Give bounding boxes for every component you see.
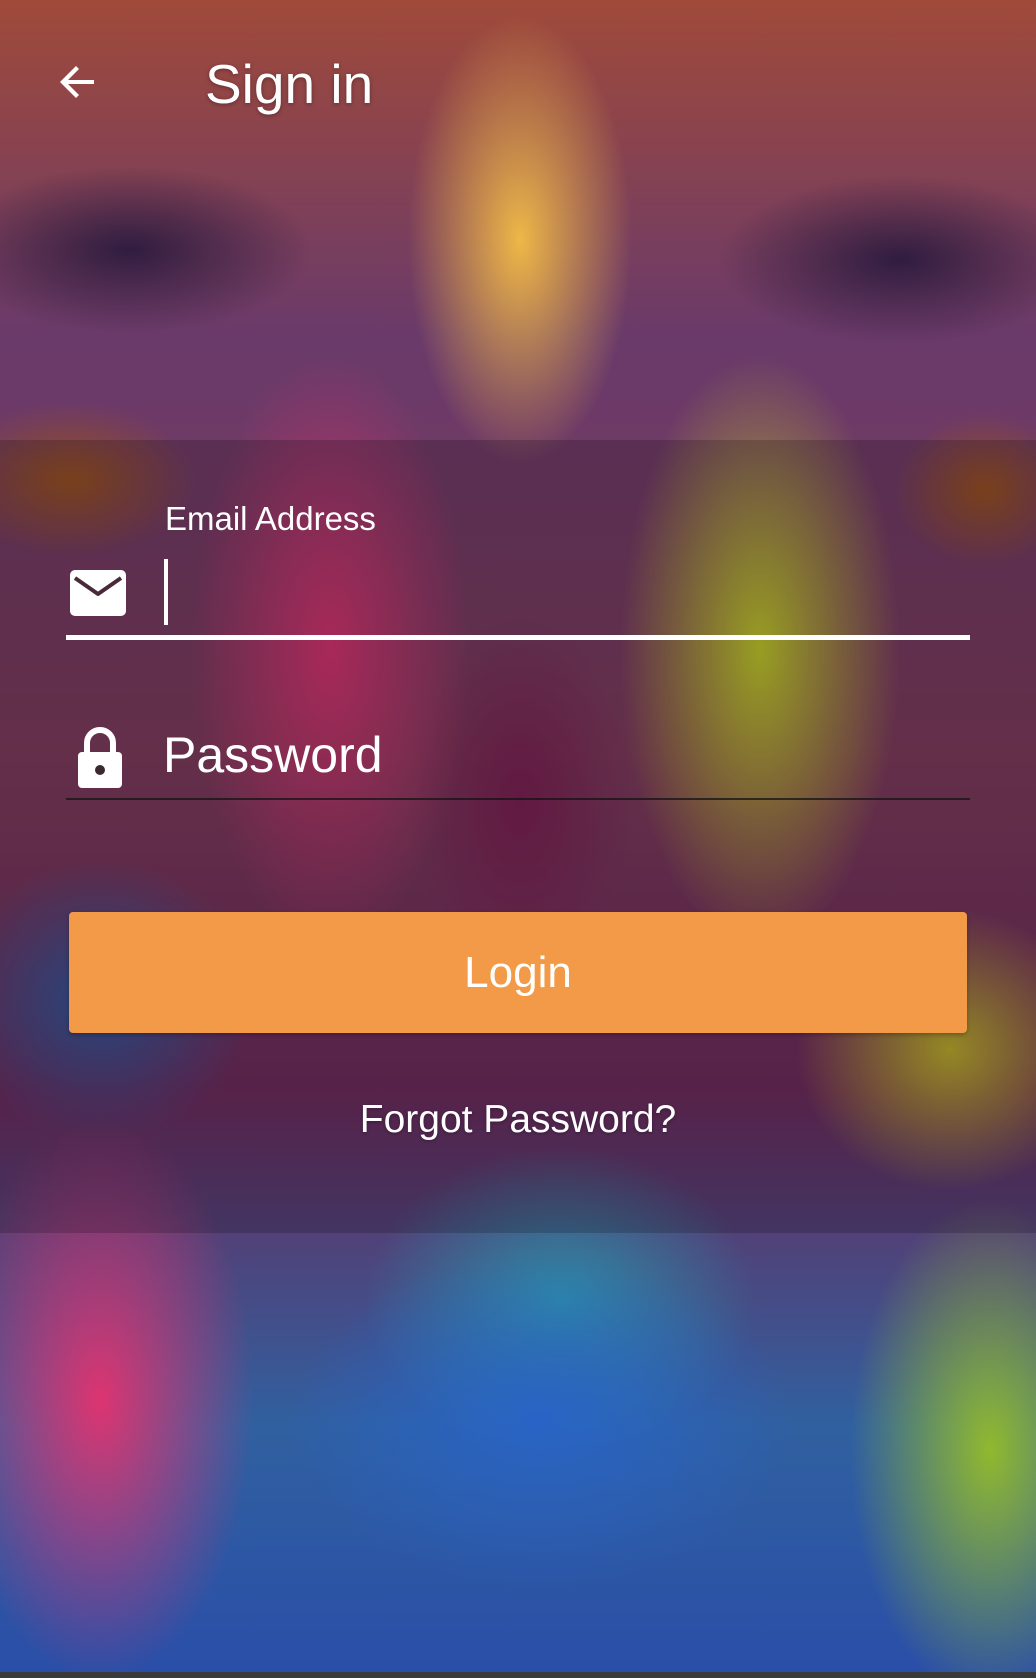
arrow-back-icon [60, 66, 94, 98]
bottom-bar [0, 1672, 1036, 1678]
password-field[interactable] [66, 712, 970, 804]
password-input[interactable] [163, 720, 963, 790]
email-field[interactable]: Email Address [66, 495, 970, 641]
back-button[interactable] [50, 54, 106, 110]
text-cursor [164, 559, 168, 625]
email-underline [66, 635, 970, 640]
email-input[interactable] [163, 555, 963, 627]
login-button[interactable]: Login [69, 912, 967, 1033]
password-underline [66, 798, 970, 800]
envelope-icon [70, 570, 126, 616]
page-title: Sign in [205, 53, 374, 115]
lock-icon [78, 727, 122, 788]
email-label: Email Address [165, 500, 376, 537]
app-bar: Sign in [0, 0, 1036, 170]
forgot-password-link[interactable]: Forgot Password? [0, 1096, 1036, 1144]
